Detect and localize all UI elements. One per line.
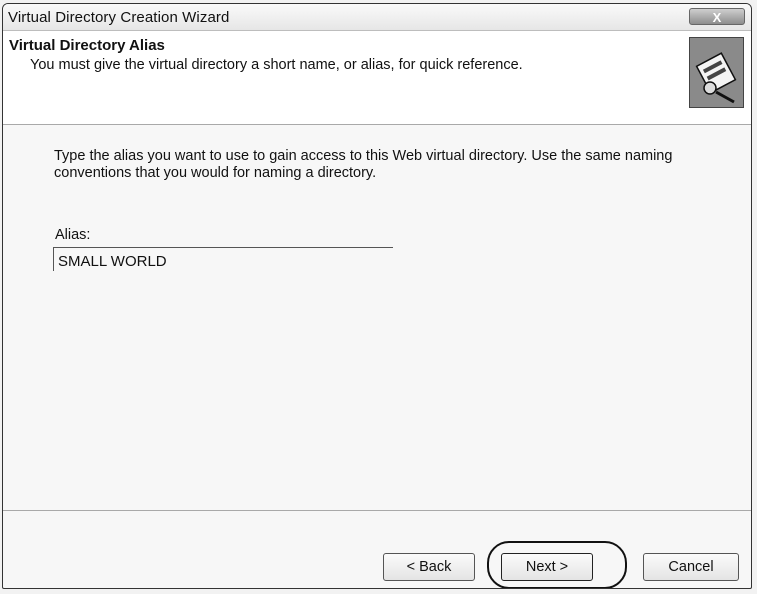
instruction-text: Type the alias you want to use to gain a… [54, 148, 673, 181]
header-subtitle: You must give the virtual directory a sh… [30, 57, 523, 73]
wizard-window: Virtual Directory Creation Wizard X Virt… [2, 3, 752, 589]
window-title: Virtual Directory Creation Wizard [8, 9, 230, 26]
wizard-header: Virtual Directory Alias You must give th… [3, 31, 751, 125]
title-bar: Virtual Directory Creation Wizard X [3, 4, 751, 31]
alias-label: Alias: [55, 227, 91, 243]
alias-input[interactable] [53, 247, 393, 271]
wizard-icon [689, 37, 744, 108]
next-button[interactable]: Next > [501, 553, 593, 581]
wizard-content: Type the alias you want to use to gain a… [3, 125, 751, 509]
button-bar: < Back Next > Cancel [3, 510, 751, 588]
close-button[interactable]: X [689, 8, 745, 25]
back-button[interactable]: < Back [383, 553, 475, 581]
header-title: Virtual Directory Alias [9, 37, 165, 54]
cancel-button[interactable]: Cancel [643, 553, 739, 581]
